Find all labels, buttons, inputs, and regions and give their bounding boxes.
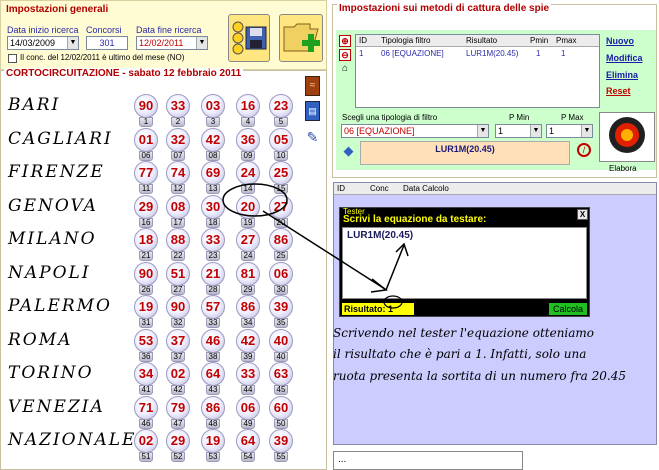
- highlight-ellipse: [222, 183, 288, 217]
- pointer-line-1: [262, 210, 386, 290]
- annotation-overlay: [222, 183, 409, 309]
- pointer-line-2: [385, 244, 405, 291]
- result-ellipse: [383, 295, 403, 309]
